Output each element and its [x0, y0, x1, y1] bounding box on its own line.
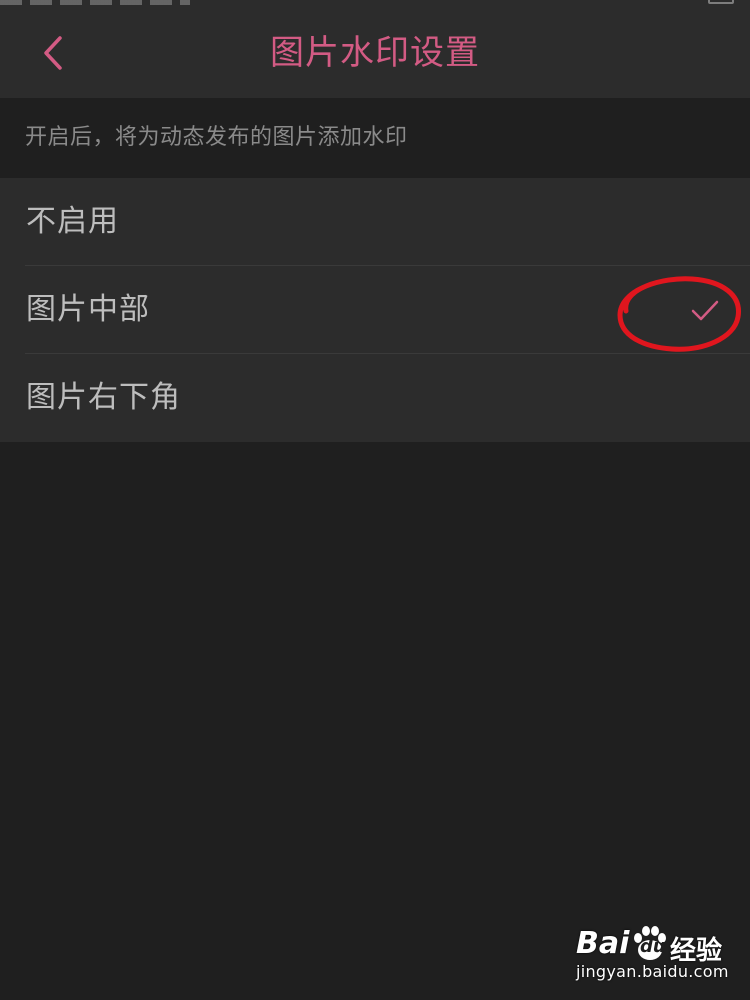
- hint-section: 开启后，将为动态发布的图片添加水印: [0, 98, 750, 178]
- watermark-du-text: du: [640, 936, 666, 957]
- option-label: 不启用: [26, 204, 119, 239]
- watermark-bai-text: Bai: [576, 926, 630, 961]
- status-bar-text: [0, 0, 190, 5]
- watermark-settings-screen: 图片水印设置 开启后，将为动态发布的图片添加水印 不启用 图片中部 图片右下角: [0, 0, 750, 1000]
- option-disabled[interactable]: 不启用: [0, 178, 750, 266]
- hint-text: 开启后，将为动态发布的图片添加水印: [25, 125, 408, 150]
- circle-annotation: [614, 273, 744, 355]
- baidu-jingyan-watermark: Bai du 经验 jingyan.baidu.com: [574, 918, 734, 988]
- option-label: 图片右下角: [26, 380, 181, 415]
- watermark-url: jingyan.baidu.com: [576, 962, 729, 981]
- battery-icon: [708, 0, 734, 4]
- option-image-bottom-right[interactable]: 图片右下角: [0, 354, 750, 442]
- option-label: 图片中部: [26, 292, 150, 327]
- watermark-brand: Bai du 经验: [574, 924, 734, 966]
- page-title: 图片水印设置: [270, 33, 480, 73]
- chevron-left-icon: [44, 36, 62, 70]
- back-button[interactable]: [30, 28, 80, 78]
- navigation-bar: 图片水印设置: [0, 8, 750, 98]
- status-bar: [0, 0, 750, 8]
